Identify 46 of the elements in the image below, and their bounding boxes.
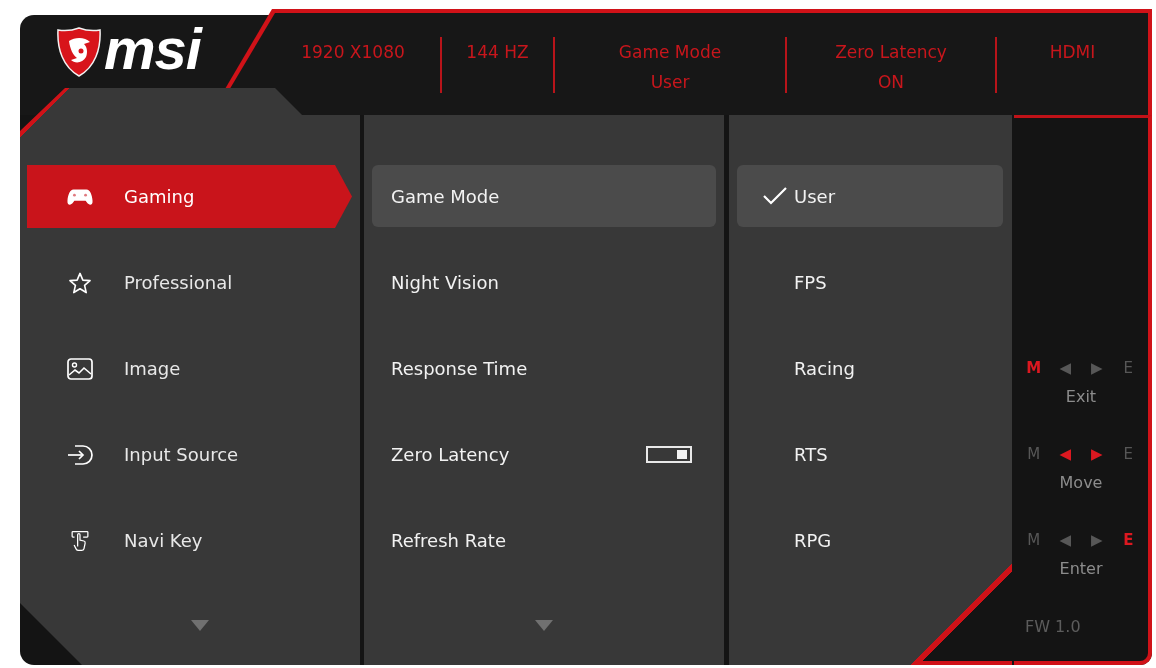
image-icon: [67, 357, 93, 380]
scroll-down-icon: [535, 620, 553, 631]
toggle-switch[interactable]: [646, 445, 692, 463]
status-label: Game Mode: [618, 41, 722, 64]
settings-item[interactable]: Response Time: [372, 337, 716, 399]
key-hint: ▶: [1090, 444, 1103, 465]
key-hint: ▶: [1090, 530, 1103, 551]
firmware-version: FW 1.0: [1025, 616, 1081, 638]
option-item[interactable]: FPS: [737, 251, 1003, 313]
shield-icon: [57, 27, 101, 77]
key-hint: ◀: [1059, 444, 1071, 465]
key-hint: M: [1027, 530, 1041, 551]
key-action-label: Exit: [1065, 386, 1097, 408]
menu-item[interactable]: Professional: [27, 251, 352, 314]
key-hint: M: [1026, 358, 1042, 379]
key-hint: E: [1123, 444, 1133, 465]
settings-item[interactable]: Night Vision: [372, 251, 716, 313]
star-icon: [67, 271, 93, 294]
status-value: User: [650, 71, 690, 94]
status-label: Zero Latency: [835, 41, 947, 64]
status-label: 1920 X1080: [301, 41, 405, 64]
option-item[interactable]: RTS: [737, 423, 1003, 485]
logo-wordmark: msi: [104, 20, 201, 78]
settings-item[interactable]: Refresh Rate: [372, 509, 716, 571]
key-hint: ◀: [1059, 358, 1071, 379]
input-icon: [67, 443, 93, 466]
key-hint: ◀: [1059, 530, 1071, 551]
key-action-label: Move: [1059, 472, 1103, 494]
key-hint: E: [1123, 530, 1134, 551]
key-hint: ▶: [1090, 358, 1103, 379]
option-item[interactable]: RPG: [737, 509, 1003, 571]
menu-item[interactable]: Image: [27, 337, 352, 400]
key-hint: E: [1123, 358, 1133, 379]
option-item[interactable]: User: [737, 165, 1003, 227]
menu-item[interactable]: Gaming: [27, 165, 352, 228]
status-value: ON: [877, 71, 905, 94]
key-hint: M: [1027, 444, 1041, 465]
settings-item[interactable]: Zero Latency: [372, 423, 716, 485]
option-item[interactable]: Racing: [737, 337, 1003, 399]
key-action-label: Enter: [1059, 558, 1103, 580]
scroll-down-icon: [191, 620, 209, 631]
status-label: 144 HZ: [466, 41, 529, 64]
menu-item[interactable]: Navi Key: [27, 509, 352, 572]
menu-item[interactable]: Input Source: [27, 423, 352, 486]
settings-item[interactable]: Game Mode: [372, 165, 716, 227]
status-label: HDMI: [1049, 41, 1096, 64]
